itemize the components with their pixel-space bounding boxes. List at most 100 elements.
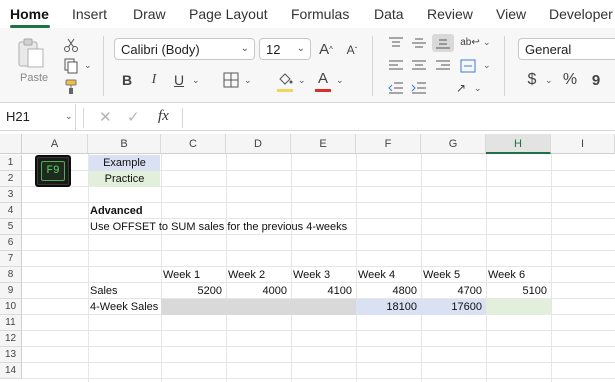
week-header-cell[interactable]: Week 4 [358,267,395,283]
wrap-text-chevron-down-icon[interactable]: ⌄ [483,37,491,48]
row-header-14[interactable]: 14 [0,363,22,379]
increase-font-size-icon[interactable]: A ^ [316,38,336,60]
row-header-1[interactable]: 1 [0,155,22,171]
tab-insert[interactable]: Insert [72,6,107,22]
row-header-5[interactable]: 5 [0,219,22,235]
column-header-g[interactable]: G [421,134,486,154]
rolling-sales-label-cell[interactable]: 4-Week Sales [90,299,158,315]
column-header-e[interactable]: E [291,134,356,154]
row-header-2[interactable]: 2 [0,171,22,187]
paste-button-label[interactable]: Paste [20,72,48,84]
decrease-indent-icon[interactable] [387,80,405,96]
sales-value-cell[interactable]: 5100 [486,283,551,299]
tab-page-layout[interactable]: Page Layout [189,6,268,22]
row-header-11[interactable]: 11 [0,315,22,331]
fill-color-icon[interactable] [276,70,294,88]
comma-style-button[interactable]: 9 [589,70,603,90]
copy-chevron-down-icon[interactable]: ⌄ [84,60,92,71]
instruction-cell[interactable]: Use OFFSET to SUM sales for the previous… [90,219,347,235]
decrease-font-size-icon[interactable]: Aˇ [342,40,362,60]
week-header-cell[interactable]: Week 6 [488,267,525,283]
orientation-icon[interactable]: ↗ [451,79,471,97]
cut-icon[interactable] [62,36,80,54]
underline-chevron-down-icon[interactable]: ⌄ [192,75,200,86]
practice-link-cell[interactable]: Practice [89,171,160,187]
row-header-9[interactable]: 9 [0,283,22,299]
row-header-4[interactable]: 4 [0,203,22,219]
sales-label-cell[interactable]: Sales [90,283,118,299]
sales-value-cell[interactable]: 4800 [356,283,421,299]
row-header-8[interactable]: 8 [0,267,22,283]
fill-color-chevron-down-icon[interactable]: ⌄ [298,75,306,86]
number-format-dropdown[interactable]: General [518,38,615,60]
align-middle-icon[interactable] [410,35,428,51]
merge-chevron-down-icon[interactable]: ⌄ [483,60,491,71]
italic-button[interactable]: I [145,70,163,90]
week-header-cell[interactable]: Week 1 [163,267,200,283]
confirm-entry-icon[interactable]: ✓ [127,108,140,126]
align-center-icon[interactable] [410,58,428,74]
wrap-text-icon[interactable]: ab↩ [459,33,481,51]
tab-draw[interactable]: Draw [133,6,166,22]
borders-chevron-down-icon[interactable]: ⌄ [244,75,252,86]
heading-cell[interactable]: Advanced [90,203,143,219]
column-header-b[interactable]: B [88,134,161,154]
tab-formulas[interactable]: Formulas [291,6,349,22]
align-top-icon[interactable] [387,35,405,51]
copy-icon[interactable] [62,57,80,75]
font-name-dropdown[interactable]: Calibri (Body) ⌄ [114,38,255,60]
font-color-button[interactable]: A [314,69,332,87]
align-left-icon[interactable] [387,58,405,74]
currency-button[interactable]: $ [524,70,540,90]
percent-button[interactable]: % [561,70,579,90]
week-header-cell[interactable]: Week 2 [228,267,265,283]
row-header-7[interactable]: 7 [0,251,22,267]
sales-value-cell[interactable]: 4700 [421,283,486,299]
rolling-sales-cell[interactable]: 18100 [356,299,421,315]
borders-icon[interactable] [222,71,240,89]
column-header-d[interactable]: D [226,134,291,154]
bold-button[interactable]: B [118,70,136,90]
tab-review[interactable]: Review [427,6,473,22]
paste-icon[interactable] [14,36,48,70]
format-painter-icon[interactable] [62,78,80,96]
font-size-dropdown[interactable]: 12 ⌄ [259,38,311,60]
row-header-3[interactable]: 3 [0,187,22,203]
underline-button[interactable]: U [170,70,188,90]
week-header-cell[interactable]: Week 3 [293,267,330,283]
rolling-sales-cell[interactable] [486,299,551,315]
insert-function-button[interactable]: fx [158,108,169,125]
row-header-6[interactable]: 6 [0,235,22,251]
sales-value-cell[interactable]: 4100 [291,283,356,299]
row-header-13[interactable]: 13 [0,347,22,363]
rolling-sales-cell[interactable] [226,299,291,315]
tab-data[interactable]: Data [374,6,404,22]
currency-chevron-down-icon[interactable]: ⌄ [545,75,553,86]
column-header-c[interactable]: C [161,134,226,154]
tab-view[interactable]: View [496,6,526,22]
name-box[interactable]: H21 ⌄ [0,104,76,131]
rolling-sales-cell[interactable]: 17600 [421,299,486,315]
column-header-f[interactable]: F [356,134,421,154]
formula-input[interactable] [190,109,610,127]
align-bottom-icon[interactable] [432,34,454,52]
example-link-cell[interactable]: Example [89,155,160,171]
rolling-sales-cell[interactable] [161,299,226,315]
column-header-h[interactable]: H [486,134,551,154]
sales-value-cell[interactable]: 4000 [226,283,291,299]
row-header-10[interactable]: 10 [0,299,22,315]
column-header-a[interactable]: A [22,134,88,154]
row-header-12[interactable]: 12 [0,331,22,347]
cancel-entry-icon[interactable]: ✕ [99,108,112,126]
tab-home[interactable]: Home [10,6,49,22]
column-header-i[interactable]: I [551,134,615,154]
tab-developer[interactable]: Developer [549,6,613,22]
select-all-corner[interactable] [0,134,22,154]
font-color-chevron-down-icon[interactable]: ⌄ [336,75,344,86]
orientation-chevron-down-icon[interactable]: ⌄ [474,83,482,94]
increase-indent-icon[interactable] [410,80,428,96]
rolling-sales-cell[interactable] [291,299,356,315]
sales-value-cell[interactable]: 5200 [161,283,226,299]
merge-center-icon[interactable] [459,57,477,75]
week-header-cell[interactable]: Week 5 [423,267,460,283]
